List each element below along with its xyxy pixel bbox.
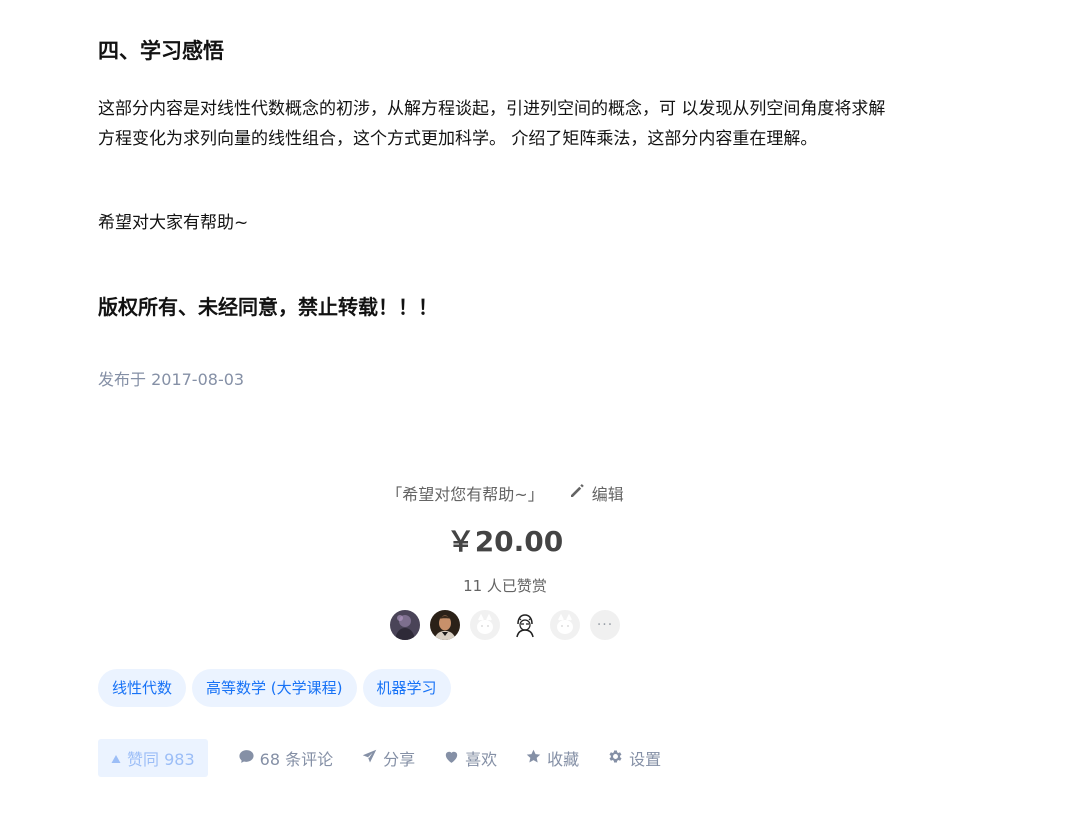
share-button[interactable]: 分享 (361, 746, 415, 770)
collect-button[interactable]: 收藏 (525, 746, 579, 770)
reward-section: 「希望对您有帮助~」 编辑 ￥20.00 11 人已赞赏 ··· (0, 478, 1010, 640)
upvote-button[interactable]: 赞同 983 (98, 739, 208, 777)
settings-label: 设置 (629, 750, 662, 769)
more-dots-icon[interactable]: ··· (590, 610, 620, 640)
tag-machine-learning[interactable]: 机器学习 (362, 669, 451, 707)
star-icon (525, 748, 542, 769)
section-heading: 四、学习感悟 (98, 39, 224, 63)
upvote-label: 赞同 983 (127, 750, 195, 769)
avatar[interactable] (390, 610, 420, 640)
triangle-up-icon (111, 749, 121, 768)
like-label: 喜欢 (465, 750, 498, 769)
supporter-avatars: ··· (0, 610, 1010, 640)
more-dots-label: ··· (596, 617, 614, 633)
topic-tags: 线性代数 高等数学 (大学课程) 机器学习 (98, 669, 451, 707)
edit-button[interactable]: 编辑 (568, 481, 624, 505)
article-paragraph: 这部分内容是对线性代数概念的初涉，从解方程谈起，引进列空间的概念，可 以发现从列… (98, 99, 886, 149)
like-button[interactable]: 喜欢 (443, 746, 497, 770)
edit-label: 编辑 (591, 485, 624, 504)
avatar[interactable] (510, 610, 540, 640)
supporter-count: 11 人已赞赏 (463, 577, 547, 595)
gear-icon (607, 748, 624, 769)
paper-plane-icon (361, 748, 378, 769)
reward-price: ￥20.00 (446, 525, 564, 558)
avatar[interactable] (430, 610, 460, 640)
tag-linear-algebra[interactable]: 线性代数 (98, 669, 187, 707)
heart-icon (443, 748, 460, 769)
avatar[interactable] (470, 610, 500, 640)
pencil-icon (568, 482, 586, 504)
collect-label: 收藏 (547, 750, 580, 769)
share-label: 分享 (383, 750, 416, 769)
reward-message-row: 「希望对您有帮助~」 编辑 (0, 478, 1010, 508)
article-paragraph: 希望对大家有帮助~ (98, 213, 249, 233)
publish-time: 发布于 2017-08-03 (98, 370, 245, 389)
comment-icon (238, 748, 255, 769)
copyright-notice: 版权所有、未经同意，禁止转载！！！ (98, 295, 438, 319)
reward-message: 「希望对您有帮助~」 (386, 485, 544, 504)
tag-advanced-math[interactable]: 高等数学 (大学课程) (192, 669, 357, 707)
comments-button[interactable]: 68 条评论 (238, 746, 333, 770)
comments-label: 68 条评论 (259, 750, 334, 769)
settings-button[interactable]: 设置 (607, 746, 661, 770)
action-bar: 赞同 983 68 条评论 分享 喜欢 收藏 设置 (98, 739, 689, 777)
avatar[interactable] (550, 610, 580, 640)
